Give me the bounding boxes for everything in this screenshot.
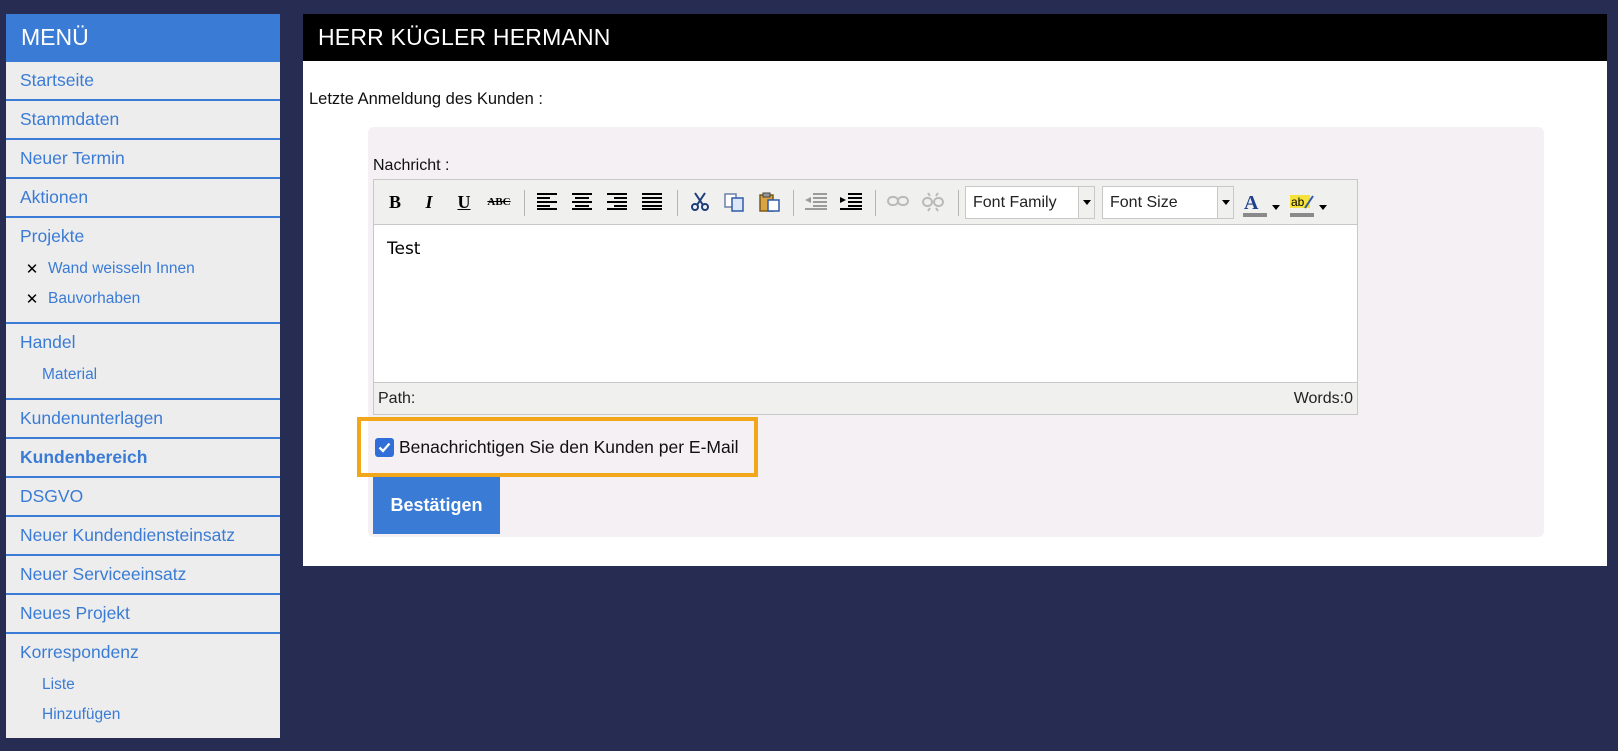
italic-icon[interactable]: I [414,188,444,216]
korrespondenz-sub-list: Liste Hinzufügen [6,670,280,738]
handel-sub-list: Material [6,360,280,398]
editor-statusbar: Path: Words:0 [374,382,1357,414]
toolbar-separator [677,190,678,216]
menu-group-kundendiensteinsatz: Neuer Kundendiensteinsatz [6,515,280,554]
menu-group-neues-projekt: Neues Projekt [6,593,280,632]
strikethrough-icon[interactable]: ABC [484,188,514,216]
sidebar-title: MENÜ [6,14,280,60]
paste-icon[interactable] [755,188,785,216]
sidebar-menu: MENÜ Startseite Stammdaten Neuer Termin … [6,14,280,738]
sidebar-item-dsgvo[interactable]: DSGVO [6,478,280,515]
confirm-button[interactable]: Bestätigen [373,477,500,534]
bold-icon[interactable]: B [380,188,410,216]
font-size-select[interactable]: Font Size [1102,186,1234,219]
notify-checkbox[interactable] [375,437,394,457]
message-label: Nachricht : [373,157,450,174]
font-family-select[interactable]: Font Family [965,186,1095,219]
unlink-icon[interactable] [918,188,948,216]
menu-group-dsgvo: DSGVO [6,476,280,515]
toolbar-separator [793,190,794,216]
align-right-icon[interactable] [602,188,632,216]
menu-group-korrespondenz: Korrespondenz Liste Hinzufügen [6,632,280,738]
sidebar-item-stammdaten[interactable]: Stammdaten [6,101,280,138]
last-login-label: Letzte Anmeldung des Kunden : [309,90,543,108]
word-count: Words:0 [1293,390,1353,407]
sidebar-item-neuer-kundendiensteinsatz[interactable]: Neuer Kundendiensteinsatz [6,517,280,554]
menu-group-aktionen: Aktionen [6,177,280,216]
main-panel: HERR KÜGLER HERMANN Letzte Anmeldung des… [303,14,1607,566]
highlight-color-icon[interactable]: ab [1287,188,1331,217]
menu-group-kundenunterlagen: Kundenunterlagen [6,398,280,437]
menu-group-kundenbereich: Kundenbereich [6,437,280,476]
toolbar-separator [524,190,525,216]
notify-label[interactable]: Benachrichtigen Sie den Kunden per E-Mai… [399,437,739,458]
sidebar-item-kundenunterlagen[interactable]: Kundenunterlagen [6,400,280,437]
menu-group-neuer-termin: Neuer Termin [6,138,280,177]
menu-group-handel: Handel Material [6,322,280,398]
close-icon[interactable]: ✕ [22,260,42,278]
sidebar-subitem-label: Bauvorhaben [48,290,141,307]
outdent-icon[interactable] [801,188,831,216]
rich-text-editor: B I U ABC Font Family Font Size A ab Tes… [373,179,1358,415]
indent-icon[interactable] [836,188,866,216]
sidebar-item-startseite[interactable]: Startseite [6,62,280,99]
menu-group-serviceeinsatz: Neuer Serviceeinsatz [6,554,280,593]
projekte-sub-list: ✕ Wand weisseln Innen ✕ Bauvorhaben [6,254,280,322]
svg-text:A: A [1244,192,1259,214]
checkmark-icon [378,442,391,453]
sidebar-item-kundenbereich[interactable]: Kundenbereich [6,439,280,476]
link-icon[interactable] [883,188,913,216]
menu-group-stammdaten: Stammdaten [6,99,280,138]
toolbar-separator [958,190,959,216]
path-label: Path: [378,390,416,407]
svg-text:ab: ab [1291,195,1305,209]
menu-group-projekte: Projekte ✕ Wand weisseln Innen ✕ Bauvorh… [6,216,280,322]
sidebar-item-neuer-termin[interactable]: Neuer Termin [6,140,280,177]
align-justify-icon[interactable] [637,188,667,216]
sidebar-item-neues-projekt[interactable]: Neues Projekt [6,595,280,632]
page-title: HERR KÜGLER HERMANN [303,14,1607,61]
underline-icon[interactable]: U [449,188,479,216]
chevron-down-icon[interactable] [1078,187,1094,218]
copy-icon[interactable] [720,188,750,216]
font-size-value: Font Size [1110,194,1178,211]
cut-icon[interactable] [685,188,715,216]
sidebar-item-aktionen[interactable]: Aktionen [6,179,280,216]
sidebar-subitem-material[interactable]: Material [6,360,280,390]
menu-group-startseite: Startseite [6,60,280,99]
sidebar-item-neuer-serviceeinsatz[interactable]: Neuer Serviceeinsatz [6,556,280,593]
sidebar-subitem-hinzufuegen[interactable]: Hinzufügen [6,700,280,730]
editor-toolbar: B I U ABC Font Family Font Size A ab [374,180,1357,225]
message-form: Nachricht : B I U ABC Font Family Font S… [357,127,1544,537]
sidebar-subitem-bauvorhaben[interactable]: ✕ Bauvorhaben [6,284,280,314]
editor-content[interactable]: Test [374,225,1357,377]
chevron-down-icon[interactable] [1217,187,1233,218]
font-family-value: Font Family [973,194,1057,211]
sidebar-item-korrespondenz[interactable]: Korrespondenz [6,634,280,670]
close-icon[interactable]: ✕ [22,290,42,308]
text-color-icon[interactable]: A [1240,188,1284,217]
align-left-icon[interactable] [532,188,562,216]
sidebar-subitem-wand-weisseln[interactable]: ✕ Wand weisseln Innen [6,254,280,284]
sidebar-subitem-liste[interactable]: Liste [6,670,280,700]
sidebar-item-projekte[interactable]: Projekte [6,218,280,254]
sidebar-subitem-label: Wand weisseln Innen [48,260,195,277]
toolbar-separator [875,190,876,216]
sidebar-item-handel[interactable]: Handel [6,324,280,360]
align-center-icon[interactable] [567,188,597,216]
notify-highlight-box: Benachrichtigen Sie den Kunden per E-Mai… [357,417,758,477]
